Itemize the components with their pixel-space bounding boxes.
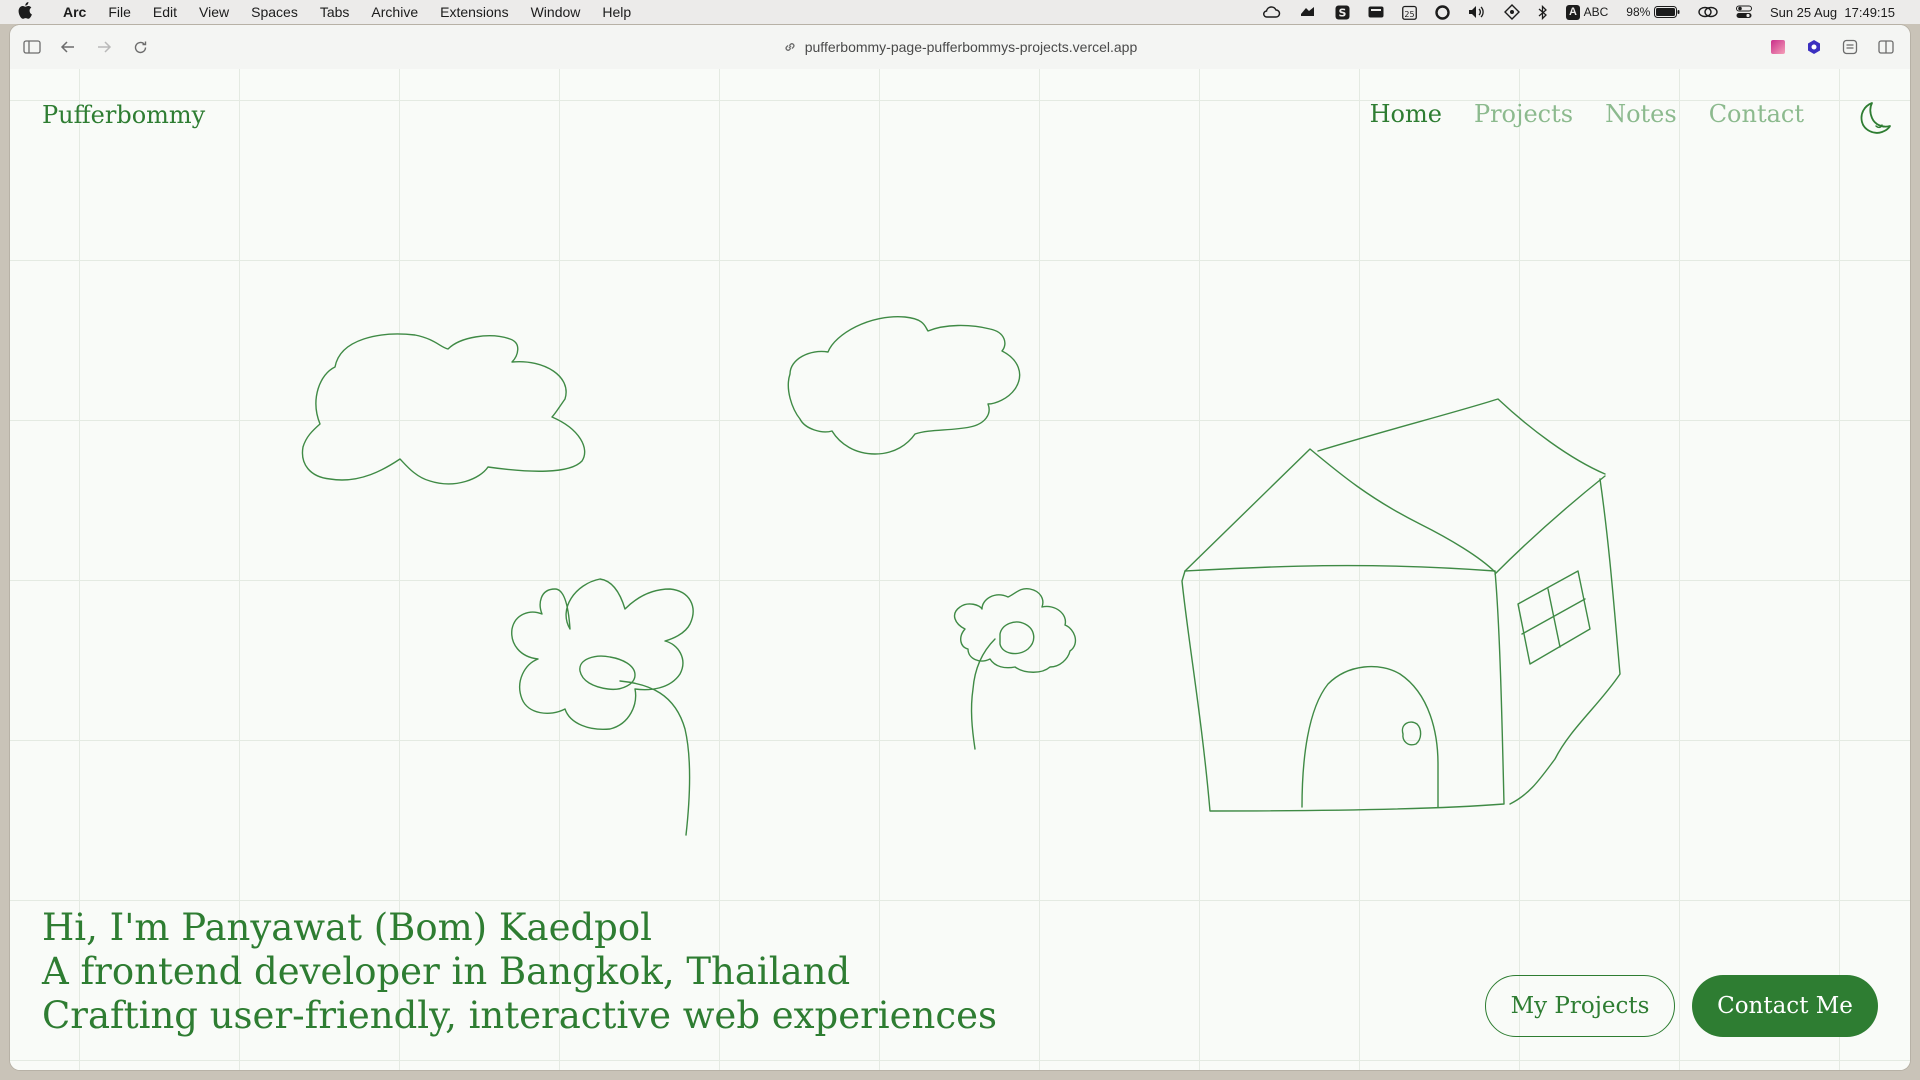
sidebar-toggle-icon[interactable] xyxy=(14,32,50,62)
input-source-label: ABC xyxy=(1583,5,1609,19)
battery-percent: 98% xyxy=(1626,5,1651,19)
house-roof-right xyxy=(1317,398,1606,475)
main-nav: Home Projects Notes Contact xyxy=(1370,100,1804,128)
menu-help[interactable]: Help xyxy=(591,4,642,20)
reload-icon[interactable] xyxy=(122,32,158,62)
menu-extensions[interactable]: Extensions xyxy=(429,4,519,20)
nav-notes[interactable]: Notes xyxy=(1605,100,1677,128)
extension-gradient-icon[interactable] xyxy=(1760,32,1796,62)
link-icon[interactable] xyxy=(1689,0,1727,24)
cloud-2 xyxy=(787,316,1021,455)
split-view-icon[interactable] xyxy=(1868,32,1904,62)
site-logo[interactable]: Pufferbommy xyxy=(42,101,205,129)
rotate-icon[interactable] xyxy=(1495,0,1529,24)
hero-tagline: Crafting user-friendly, interactive web … xyxy=(42,994,997,1037)
hero-intro: Hi, I'm Panyawat (Bom) Kaedpol A fronten… xyxy=(42,906,997,1038)
control-center-icon[interactable] xyxy=(1727,0,1761,24)
input-source-badge: A xyxy=(1566,4,1580,20)
reader-mode-icon[interactable] xyxy=(1832,32,1868,62)
house-right-roof-edge xyxy=(1494,475,1606,575)
house-window-cross-h xyxy=(1521,598,1586,635)
flower-2-stem xyxy=(970,638,996,750)
volume-icon[interactable] xyxy=(1459,0,1495,24)
moon-icon[interactable] xyxy=(1854,97,1894,137)
nav-contact[interactable]: Contact xyxy=(1709,100,1804,128)
menu-file[interactable]: File xyxy=(97,4,142,20)
house-door-knob xyxy=(1401,721,1422,746)
house-roof-left xyxy=(1184,448,1496,573)
flower-2-center xyxy=(999,621,1035,655)
svg-text:25: 25 xyxy=(1404,10,1414,19)
url-text[interactable]: pufferbommy-page-pufferbommys-projects.v… xyxy=(805,39,1138,55)
calendar-icon[interactable]: 25 xyxy=(1393,0,1426,24)
clock[interactable]: Sun 25 Aug 17:49:15 xyxy=(1761,0,1904,24)
bluetooth-icon[interactable] xyxy=(1529,0,1557,24)
link-chain-icon xyxy=(785,43,795,51)
menu-window[interactable]: Window xyxy=(520,4,592,20)
contact-me-button[interactable]: Contact Me xyxy=(1692,975,1878,1037)
house-side-wall xyxy=(1509,478,1621,805)
my-projects-button[interactable]: My Projects xyxy=(1485,975,1675,1037)
hero-greeting: Hi, I'm Panyawat (Bom) Kaedpol xyxy=(42,906,652,949)
s-app-icon[interactable]: S xyxy=(1326,0,1359,24)
apple-menu-icon[interactable] xyxy=(0,1,52,24)
house-front-wall xyxy=(1181,564,1505,812)
forward-arrow-icon[interactable] xyxy=(86,32,122,62)
menu-tabs[interactable]: Tabs xyxy=(309,4,361,20)
menu-app-name[interactable]: Arc xyxy=(52,4,97,20)
house-door xyxy=(1301,665,1439,808)
web-page: Pufferbommy Home Projects Notes Contact … xyxy=(10,69,1910,1070)
extension-puzzle-icon[interactable] xyxy=(1796,32,1832,62)
flower-2 xyxy=(953,587,1077,673)
cloud-sync-icon[interactable] xyxy=(1254,0,1290,24)
battery-icon xyxy=(1653,6,1680,18)
status-area: S 25 A ABC 98% Sun 25 Aug 17:49:15 xyxy=(1254,0,1920,24)
nav-home[interactable]: Home xyxy=(1370,100,1442,128)
flower-1-center xyxy=(579,655,636,691)
flower-1-stem xyxy=(619,680,691,836)
browser-toolbar: pufferbommy-page-pufferbommys-projects.v… xyxy=(10,25,1910,69)
battery-status[interactable]: 98% xyxy=(1617,0,1689,24)
circle-app-icon[interactable] xyxy=(1426,0,1459,24)
menu-spaces[interactable]: Spaces xyxy=(240,4,309,20)
hand-icon[interactable] xyxy=(1290,0,1326,24)
menu-view[interactable]: View xyxy=(188,4,240,20)
address-bar: pufferbommy-page-pufferbommys-projects.v… xyxy=(10,25,1910,69)
back-arrow-icon[interactable] xyxy=(50,32,86,62)
nav-projects[interactable]: Projects xyxy=(1474,100,1573,128)
menu-archive[interactable]: Archive xyxy=(360,4,429,20)
hero-role: A frontend developer in Bangkok, Thailan… xyxy=(42,950,851,993)
input-source-indicator[interactable]: A ABC xyxy=(1557,0,1617,24)
flower-1 xyxy=(511,578,694,731)
svg-text:S: S xyxy=(1339,6,1347,19)
menu-edit[interactable]: Edit xyxy=(142,4,188,20)
browser-window: pufferbommy-page-pufferbommys-projects.v… xyxy=(10,25,1910,1070)
cloud-1 xyxy=(301,333,586,485)
keyboard-icon[interactable] xyxy=(1359,0,1393,24)
menu-bar: Arc File Edit View Spaces Tabs Archive E… xyxy=(0,0,1920,24)
